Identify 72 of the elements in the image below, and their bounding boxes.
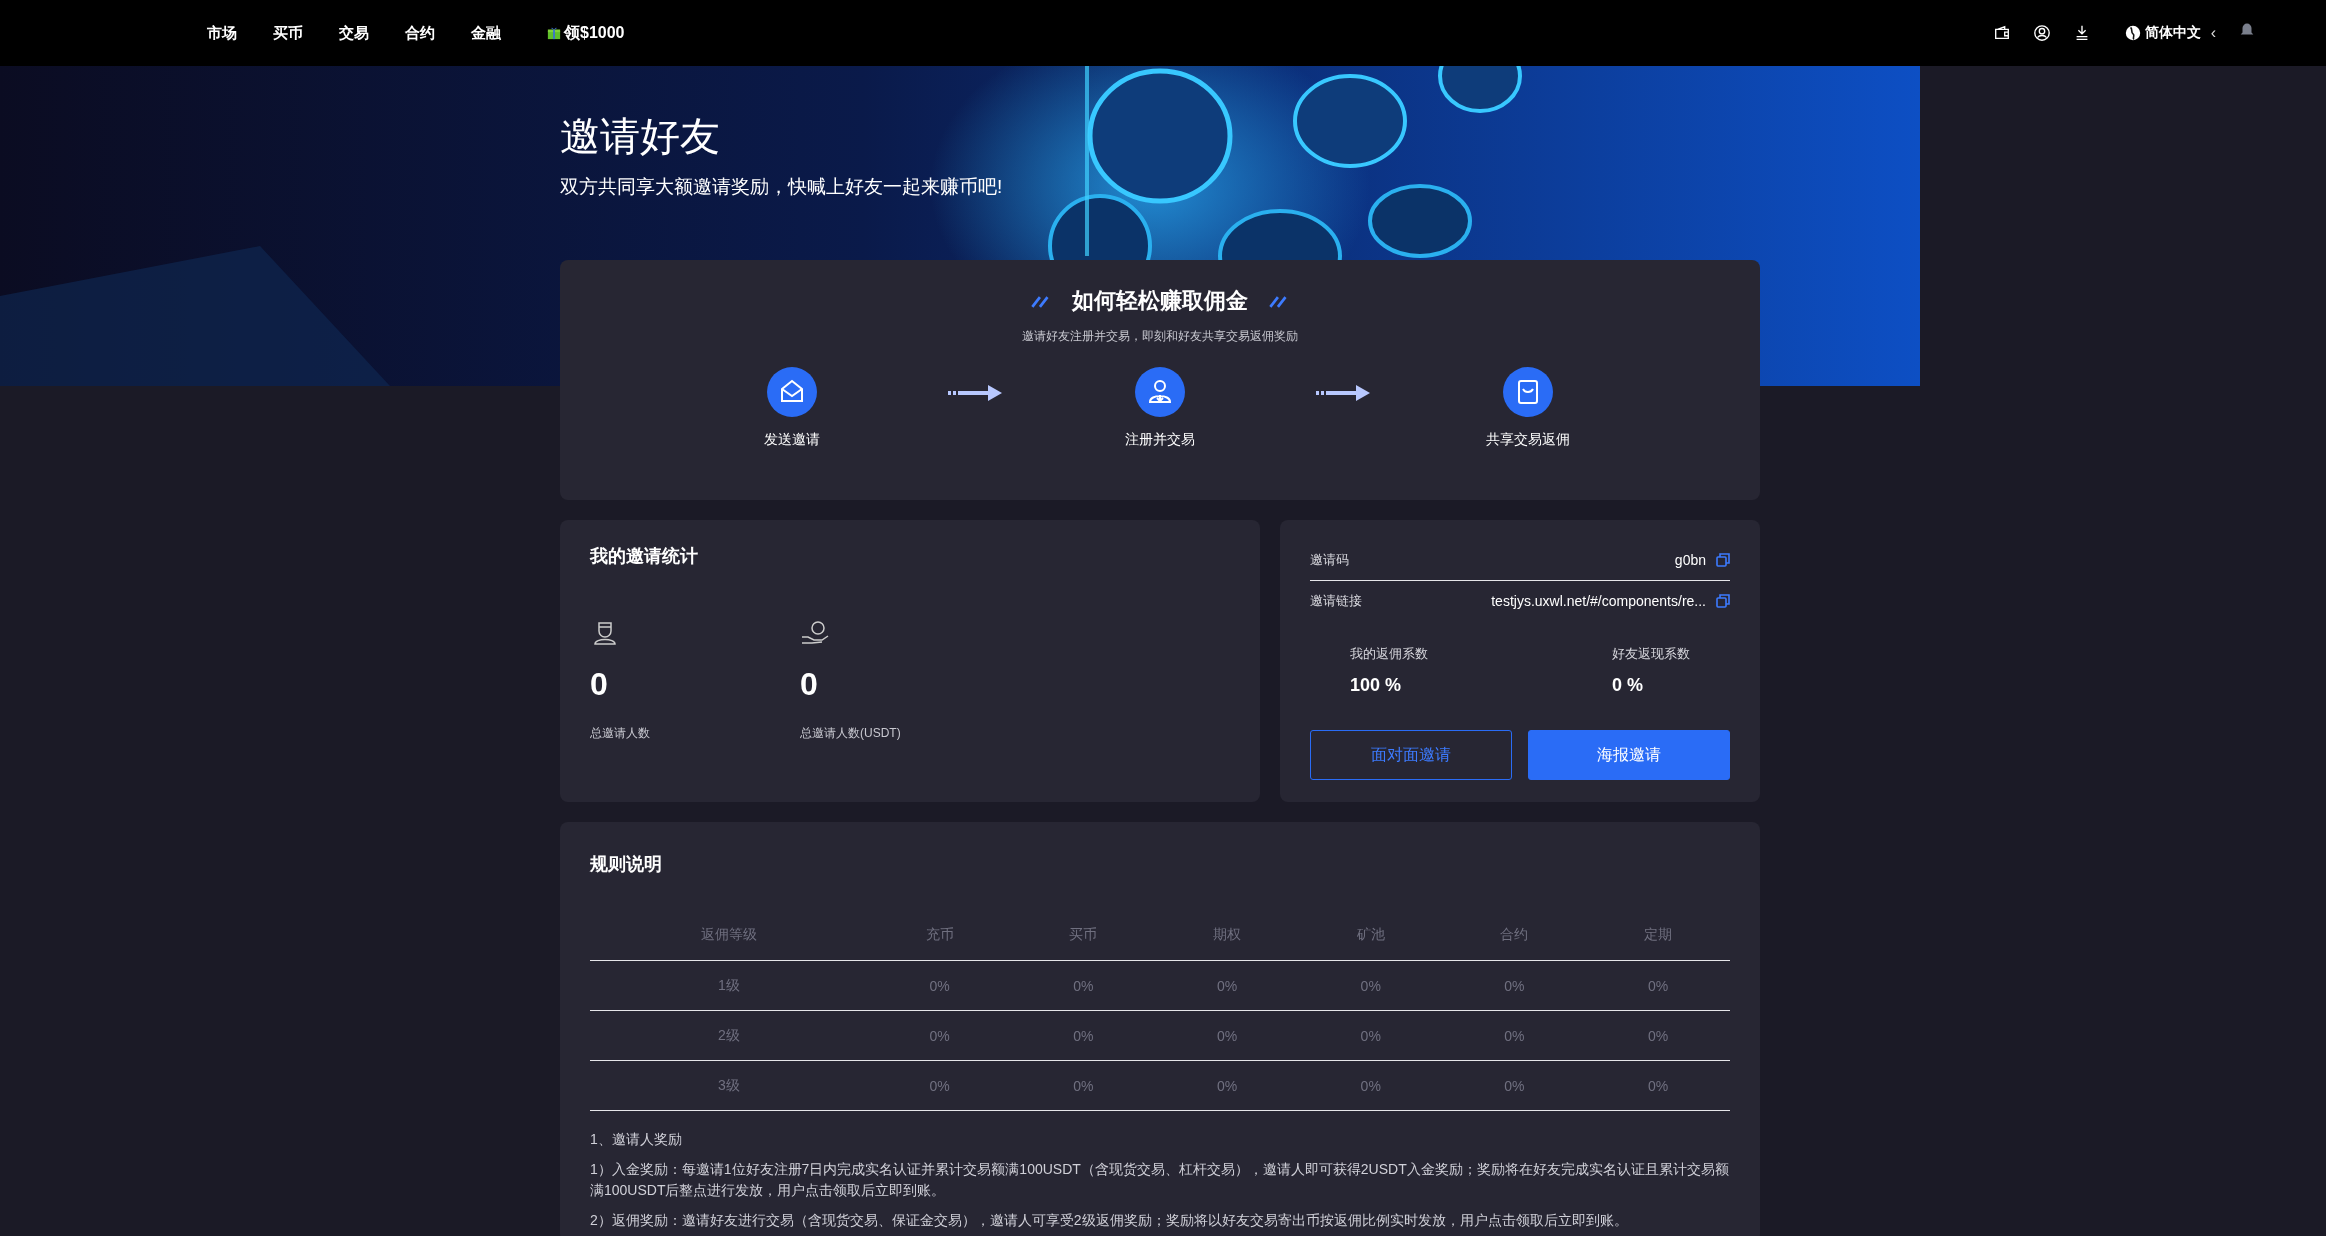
step-label: 共享交易返佣 [1486,431,1570,449]
table-cell: 0% [1586,960,1730,1011]
column-header: 期权 [1155,910,1299,961]
globe-icon [2124,25,2141,41]
stat-label: 总邀请人数(USDT) [800,725,901,742]
invite-value: g0bn [1674,552,1706,568]
copy-icon[interactable] [1716,553,1730,567]
table-cell: 0% [1586,1060,1730,1111]
rate-label: 我的返佣系数 [1350,645,1428,663]
rule-paragraph: 1）入金奖励：每邀请1位好友注册7日内完成实名认证并累计交易额满100USDT（含现货交易、杠杆交易），邀请人即可获得2USDT入金奖励；奖励将在好友完成实名认证且累计交易额满100USDT后整点进行发放，用户点击领取后立即到账。 [590,1160,1730,1200]
rate-label: 好友返现系数 [1612,645,1690,663]
copy-icon[interactable] [1716,594,1730,608]
stat-label: 总邀请人数 [590,725,650,742]
rate-value: 0 % [1612,675,1645,696]
table-cell: 0% [1298,1060,1443,1111]
user-icon [1135,367,1185,417]
page-subtitle: 双方共同享大额邀请奖励，快喊上好友一起来赚币吧! [560,175,1004,199]
table-cell: 0% [1298,1010,1443,1061]
card-title: 规则说明 [590,853,663,876]
table-cell: 0% [1155,1060,1299,1111]
nav-link[interactable]: 买币 [273,23,303,43]
table-cell: 0% [1442,1010,1587,1061]
table-cell: 1级 [590,960,868,1011]
nav-link[interactable]: 合约 [405,23,435,43]
table-cell: 2级 [590,1010,868,1061]
column-header: 定期 [1586,910,1730,961]
section-subtitle: 邀请好友注册并交易，即刻和好友共享交易返佣奖励 [1022,328,1298,345]
user-icon[interactable] [2032,24,2051,42]
column-header: 充币 [867,910,1012,961]
arrow-icon [1316,383,1372,403]
column-header: 返佣等级 [590,910,868,961]
rule-paragraph: 2）返佣奖励：邀请好友进行交易（含现货交易、保证金交易），邀请人可享受2级返佣奖励；奖励将以好友交易寄出币按返佣比例实时发放，用户点击领取后立即到账。 [590,1210,1629,1230]
wallet-icon[interactable] [1992,24,2011,42]
step-label: 注册并交易 [1125,431,1195,449]
table-cell: 0% [867,1010,1012,1061]
table-cell: 0% [867,1060,1012,1111]
invite-button[interactable]: 面对面邀请 [1310,730,1512,780]
promo-link[interactable]: 领$1000 [547,22,625,44]
table-cell: 3级 [590,1060,868,1111]
table-cell: 0% [1442,1060,1587,1111]
table-cell: 0% [1298,960,1443,1011]
stat-value: 0 [800,666,818,703]
rule-paragraph: 1、邀请人奖励 [590,1130,683,1149]
invite-value: testjys.uxwl.net/#/components/re... [1491,593,1706,609]
column-header: 买币 [1011,910,1156,961]
arrow-icon [948,383,1004,403]
card-title: 我的邀请统计 [590,545,699,568]
nav-link[interactable]: 交易 [339,23,369,43]
section-title: 如何轻松赚取佣金 [1072,287,1248,315]
column-header: 合约 [1442,910,1587,961]
column-header: 矿池 [1298,910,1443,961]
poster-invite-button[interactable]: 海报邀请 [1528,730,1730,780]
envelope-icon [767,367,817,417]
table-cell: 0% [1011,1060,1156,1111]
gift-icon [547,26,561,40]
invite-label: 邀请链接 [1310,592,1362,610]
rate-value: 100 % [1350,675,1403,696]
table-cell: 0% [1011,1010,1156,1061]
table-cell: 0% [1586,1010,1730,1061]
table-cell: 0% [1011,960,1156,1011]
table-cell: 0% [1155,960,1299,1011]
table-cell: 0% [1155,1010,1299,1061]
nav-link[interactable]: 金融 [471,23,501,43]
stat-value: 0 [590,666,608,703]
invite-label: 邀请码 [1310,551,1349,569]
step-label: 发送邀请 [764,431,820,449]
page-title: 邀请好友 [560,116,721,156]
coin-hand-icon [800,620,830,646]
language-selector[interactable]: 简体中文 ‹ [2124,24,2216,42]
nav-link[interactable]: 市场 [207,23,237,43]
table-cell: 0% [867,960,1012,1011]
table-cell: 0% [1442,960,1587,1011]
